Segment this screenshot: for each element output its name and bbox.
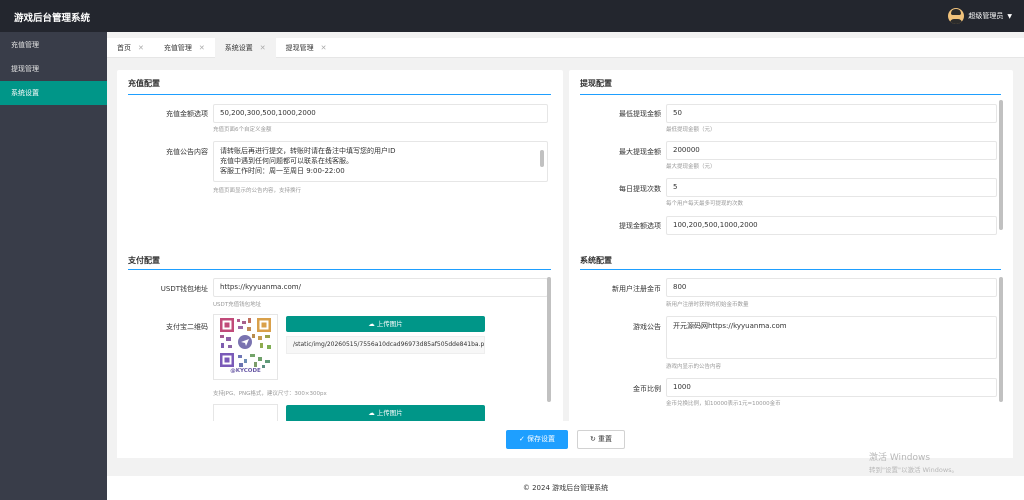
save-button[interactable]: ✓ 保存设置	[506, 430, 568, 449]
withdraw-scrollbar[interactable]	[999, 100, 1003, 230]
coin-ratio-label: 金币比例	[633, 385, 661, 393]
max-withdraw-hint: 最大提现金额（元）	[666, 164, 716, 170]
min-withdraw-label: 最低提现金额	[619, 110, 661, 118]
tab-bar: 首页 ✕ 充值管理 ✕ 系统设置 ✕ 提现管理 ✕	[107, 38, 1024, 58]
recharge-amount-label: 充值金额选项	[166, 110, 208, 118]
recharge-amount-input[interactable]: 50,200,300,500,1000,2000	[213, 104, 548, 123]
qr-path-display: /static/img/20260515/7556a10dcad96973d85…	[286, 336, 485, 354]
upload-button-label: 上传图片	[376, 320, 403, 328]
check-icon: ✓	[518, 435, 525, 443]
withdraw-section-title: 提现配置	[580, 79, 612, 88]
refresh-icon: ↻	[589, 435, 596, 443]
sidebar: 充值管理 提现管理 系统设置	[0, 32, 107, 500]
second-qr-image	[213, 404, 278, 422]
coin-ratio-hint: 金币兑换比例，如10000表示1元=10000金币	[666, 401, 781, 407]
withdraw-options-input[interactable]: 100,200,500,1000,2000	[666, 216, 997, 235]
game-notice-textarea[interactable]: 开元源码网https://kyyuanma.com	[666, 316, 997, 359]
sidebar-item-settings[interactable]: 系统设置	[0, 81, 107, 105]
upload-second-qr-button[interactable]: ☁ 上传图片	[286, 405, 485, 422]
top-bar: 游戏后台管理系统 超级管理员 ▼	[0, 0, 1024, 32]
usdt-label: USDT钱包地址	[160, 285, 208, 293]
alipay-hint: 支持JPG、PNG格式，建议尺寸：300×300px	[213, 391, 327, 397]
tab-label: 系统设置	[224, 44, 253, 52]
activation-watermark-title: 激活 Windows	[869, 453, 931, 463]
textarea-scrollbar[interactable]	[540, 150, 544, 167]
close-icon[interactable]: ✕	[138, 38, 144, 58]
footer: © 2024 游戏后台管理系统	[107, 476, 1024, 500]
qr-caption: @KYCODE	[230, 368, 261, 374]
game-notice-hint: 游戏内显示的公告内容	[666, 364, 722, 370]
cloud-upload-icon: ☁	[368, 409, 375, 417]
section-divider	[580, 94, 1001, 95]
alipay-qr-image: @KYCODE	[213, 314, 278, 380]
reset-button[interactable]: ↻ 重置	[577, 430, 625, 449]
system-scrollbar[interactable]	[999, 277, 1003, 402]
reset-button-label: 重置	[598, 435, 613, 443]
right-panel: 提现配置 最低提现金额 50 最低提现金额（元） 最大提现金额 200000 最…	[569, 70, 1013, 458]
register-coins-label: 新用户注册金币	[612, 285, 661, 293]
upload-button-label: 上传图片	[376, 409, 403, 417]
left-panel: 充值配置 充值金额选项 50,200,300,500,1000,2000 充值页…	[117, 70, 563, 458]
section-divider	[128, 94, 551, 95]
tab-home[interactable]: 首页 ✕	[107, 38, 154, 58]
recharge-notice-label: 充值公告内容	[166, 148, 208, 156]
close-icon[interactable]: ✕	[199, 38, 205, 58]
notice-line: 客服工作时间：周一至周日 9:00-22:00	[220, 167, 345, 175]
recharge-notice-textarea[interactable]: 请转账后再进行提交，转账时请在备注中填写您的用户ID 充值中遇到任何问题都可以联…	[213, 141, 548, 182]
close-icon[interactable]: ✕	[260, 38, 266, 58]
recharge-notice-hint: 充值页面显示的公告内容，支持换行	[213, 188, 302, 194]
user-name: 超级管理员	[968, 12, 1004, 20]
daily-withdraw-input[interactable]: 5	[666, 178, 997, 197]
close-icon[interactable]: ✕	[321, 38, 327, 58]
app-title: 游戏后台管理系统	[14, 13, 91, 24]
min-withdraw-input[interactable]: 50	[666, 104, 997, 123]
alipay-qr-label: 支付宝二维码	[166, 323, 208, 331]
usdt-input[interactable]: https://kyyuanma.com/	[213, 278, 548, 297]
cloud-upload-icon: ☁	[368, 320, 375, 328]
save-button-label: 保存设置	[527, 435, 556, 443]
game-notice-label: 游戏公告	[633, 323, 661, 331]
section-divider	[128, 269, 551, 270]
tab-label: 首页	[117, 44, 131, 52]
chevron-down-icon: ▼	[1007, 12, 1012, 20]
tab-label: 提现管理	[285, 44, 314, 52]
daily-withdraw-hint: 每个用户每天最多可提现的次数	[666, 201, 744, 207]
coin-ratio-input[interactable]: 1000	[666, 378, 997, 397]
withdraw-options-label: 提现金额选项	[619, 222, 661, 230]
tab-settings[interactable]: 系统设置 ✕	[214, 38, 276, 58]
avatar	[948, 8, 965, 24]
activation-watermark-subtitle: 转到"设置"以激活 Windows。	[869, 466, 959, 474]
sidebar-item-recharge[interactable]: 充值管理	[0, 33, 107, 57]
daily-withdraw-label: 每日提现次数	[619, 185, 661, 193]
payment-section-title: 支付配置	[128, 256, 160, 265]
system-section-title: 系统配置	[580, 256, 612, 265]
notice-line: 充值中遇到任何问题都可以联系在线客服。	[220, 157, 353, 165]
tab-recharge[interactable]: 充值管理 ✕	[154, 38, 215, 58]
max-withdraw-input[interactable]: 200000	[666, 141, 997, 160]
tab-withdraw[interactable]: 提现管理 ✕	[276, 38, 337, 58]
section-divider	[580, 269, 1001, 270]
left-panel-scrollbar[interactable]	[547, 277, 551, 402]
tab-label: 充值管理	[163, 44, 192, 52]
register-coins-hint: 新用户注册时获得的初始金币数量	[666, 302, 749, 308]
user-menu[interactable]: 超级管理员 ▼	[948, 8, 1012, 24]
upload-qr-button[interactable]: ☁ 上传图片	[286, 316, 485, 332]
max-withdraw-label: 最大提现金额	[619, 148, 661, 156]
recharge-section-title: 充值配置	[128, 79, 160, 88]
min-withdraw-hint: 最低提现金额（元）	[666, 127, 716, 133]
usdt-hint: USDT充值钱包地址	[213, 302, 262, 308]
sidebar-item-withdraw[interactable]: 提现管理	[0, 57, 107, 81]
register-coins-input[interactable]: 800	[666, 278, 997, 297]
recharge-amount-hint: 充值页面6个自定义金额	[213, 127, 272, 133]
notice-line: 请转账后再进行提交，转账时请在备注中填写您的用户ID	[220, 147, 396, 155]
